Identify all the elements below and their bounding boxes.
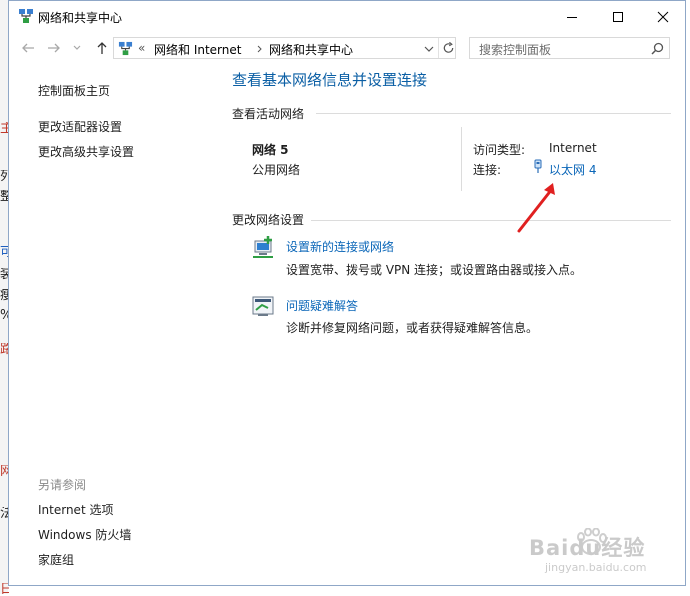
annotation-arrow-icon (517, 183, 555, 233)
address-bar[interactable]: « 网络和 Internet 网络和共享中心 (113, 37, 456, 59)
chevron-down-icon[interactable] (424, 46, 434, 52)
close-icon (657, 11, 669, 22)
change-adapter-settings-link[interactable]: 更改适配器设置 (38, 118, 122, 135)
section-divider (316, 113, 671, 114)
back-arrow-icon (22, 43, 34, 53)
homegroup-link[interactable]: 家庭组 (38, 551, 74, 568)
forward-arrow-icon (48, 43, 60, 53)
ethernet-connection-link[interactable]: 以太网 4 (549, 161, 596, 178)
network-center-icon (118, 41, 133, 56)
minimize-button[interactable] (549, 1, 595, 32)
access-type-label: 访问类型: (473, 143, 526, 157)
network-sharing-center-window: 网络和共享中心 « 网络和 Internet 网络和共享中心 搜索控制面板 控制… (8, 0, 686, 586)
forward-button[interactable] (45, 40, 63, 56)
network-center-icon (19, 9, 33, 23)
recent-locations-button[interactable] (71, 40, 83, 56)
search-input[interactable]: 搜索控制面板 (479, 41, 551, 58)
chevron-right-icon (257, 45, 262, 53)
troubleshoot-link[interactable]: 问题疑难解答 (286, 297, 358, 314)
navigation-bar: « 网络和 Internet 网络和共享中心 搜索控制面板 (9, 32, 685, 64)
new-connection-icon (253, 236, 273, 258)
active-networks-heading: 查看活动网络 (232, 107, 305, 121)
troubleshoot-desc: 诊断并修复网络问题，或者获得疑难解答信息。 (286, 321, 539, 335)
refresh-icon[interactable] (442, 41, 455, 55)
page-title: 查看基本网络信息并设置连接 (232, 71, 428, 89)
setup-new-connection-desc: 设置宽带、拨号或 VPN 连接；或设置路由器或接入点。 (286, 263, 583, 277)
connections-label: 连接: (473, 163, 502, 177)
up-button[interactable] (93, 40, 111, 56)
section-divider (311, 220, 671, 221)
ethernet-icon (534, 159, 542, 173)
breadcrumb-item[interactable]: 网络和 Internet (154, 41, 241, 58)
change-advanced-sharing-link[interactable]: 更改高级共享设置 (38, 143, 134, 160)
control-panel-home-link[interactable]: 控制面板主页 (38, 82, 110, 99)
chevron-down-icon (73, 45, 81, 50)
search-box[interactable]: 搜索控制面板 (469, 37, 670, 59)
maximize-button[interactable] (595, 1, 641, 32)
access-type-value: Internet (549, 141, 597, 155)
maximize-icon (613, 11, 623, 22)
baidu-watermark: Baidu经验 jingyan.baidu.com (529, 528, 677, 578)
window-title: 网络和共享中心 (38, 11, 123, 25)
search-icon[interactable] (651, 42, 664, 55)
setup-new-connection-link[interactable]: 设置新的连接或网络 (286, 238, 394, 255)
breadcrumb-item[interactable]: 网络和共享中心 (269, 41, 353, 58)
up-arrow-icon (97, 42, 107, 54)
windows-firewall-link[interactable]: Windows 防火墙 (38, 526, 131, 543)
watermark-url: jingyan.baidu.com (545, 561, 647, 574)
breadcrumb-overflow[interactable]: « (138, 41, 145, 55)
back-button[interactable] (19, 40, 37, 56)
network-category: 公用网络 (252, 163, 301, 177)
see-also-heading: 另请参阅 (38, 478, 87, 492)
title-bar[interactable]: 网络和共享中心 (9, 1, 685, 32)
watermark-brand: Baidu经验 (529, 536, 646, 560)
address-divider (438, 38, 439, 58)
minimize-icon (567, 16, 577, 18)
troubleshoot-icon (252, 296, 274, 316)
network-divider (461, 127, 462, 191)
close-button[interactable] (640, 1, 686, 32)
internet-options-link[interactable]: Internet 选项 (38, 501, 113, 518)
network-name: 网络 5 (252, 143, 289, 157)
change-settings-heading: 更改网络设置 (232, 213, 305, 227)
